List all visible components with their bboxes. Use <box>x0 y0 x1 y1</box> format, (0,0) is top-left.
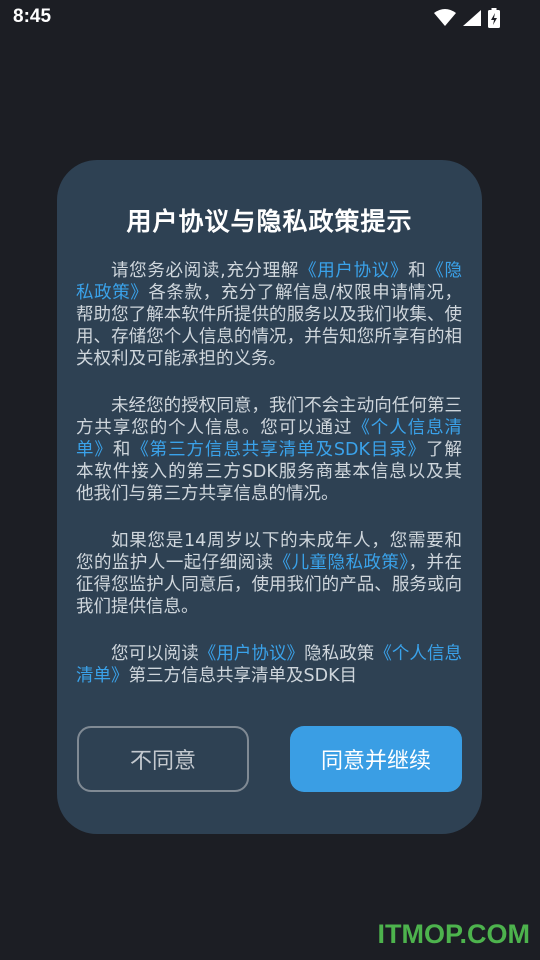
battery-charging-icon <box>488 8 500 28</box>
policy-link[interactable]: 《用户协议》 <box>299 261 408 281</box>
dialog-paragraph: 未经您的授权同意，我们不会主动向任何第三方共享您的个人信息。您可以通过《个人信息… <box>76 395 462 505</box>
dialog-body-scroll[interactable]: 请您务必阅读,充分理解《用户协议》和《隐私政策》各条款，充分了解信息/权限申请情… <box>76 260 462 700</box>
paragraph-text: 请您务必阅读,充分理解 <box>111 261 300 281</box>
dialog-paragraph: 请您务必阅读,充分理解《用户协议》和《隐私政策》各条款，充分了解信息/权限申请情… <box>76 260 462 370</box>
dialog-paragraph: 您可以阅读《用户协议》隐私政策《个人信息清单》第三方信息共享清单及SDK目 <box>76 643 462 687</box>
dialog-title: 用户协议与隐私政策提示 <box>126 207 413 236</box>
status-time: 8:45 <box>13 6 52 27</box>
disagree-button[interactable]: 不同意 <box>77 726 249 792</box>
paragraph-text: 和 <box>408 261 427 281</box>
paragraph-text: 第三方信息共享清单及SDK目 <box>128 666 358 686</box>
privacy-dialog: 用户协议与隐私政策提示 请您务必阅读,充分理解《用户协议》和《隐私政策》各条款，… <box>57 160 482 834</box>
paragraph-text: 和 <box>112 440 132 460</box>
status-icons <box>434 8 500 28</box>
agree-continue-button[interactable]: 同意并继续 <box>290 726 462 792</box>
policy-link[interactable]: 《第三方信息共享清单及SDK目录》 <box>131 440 426 460</box>
paragraph-text: 隐私政策 <box>304 644 375 664</box>
dialog-paragraph: 如果您是14周岁以下的未成年人，您需要和您的监护人一起仔细阅读《儿童隐私政策》，… <box>76 530 462 618</box>
policy-link[interactable]: 《儿童隐私政策》 <box>274 553 409 573</box>
wifi-icon <box>434 9 456 27</box>
policy-link[interactable]: 《用户协议》 <box>199 644 304 664</box>
paragraph-text: 您可以阅读 <box>111 644 199 664</box>
signal-icon <box>462 9 482 27</box>
watermark-logo: ITMOP.COM <box>377 919 530 949</box>
status-bar: 8:45 <box>0 0 540 36</box>
